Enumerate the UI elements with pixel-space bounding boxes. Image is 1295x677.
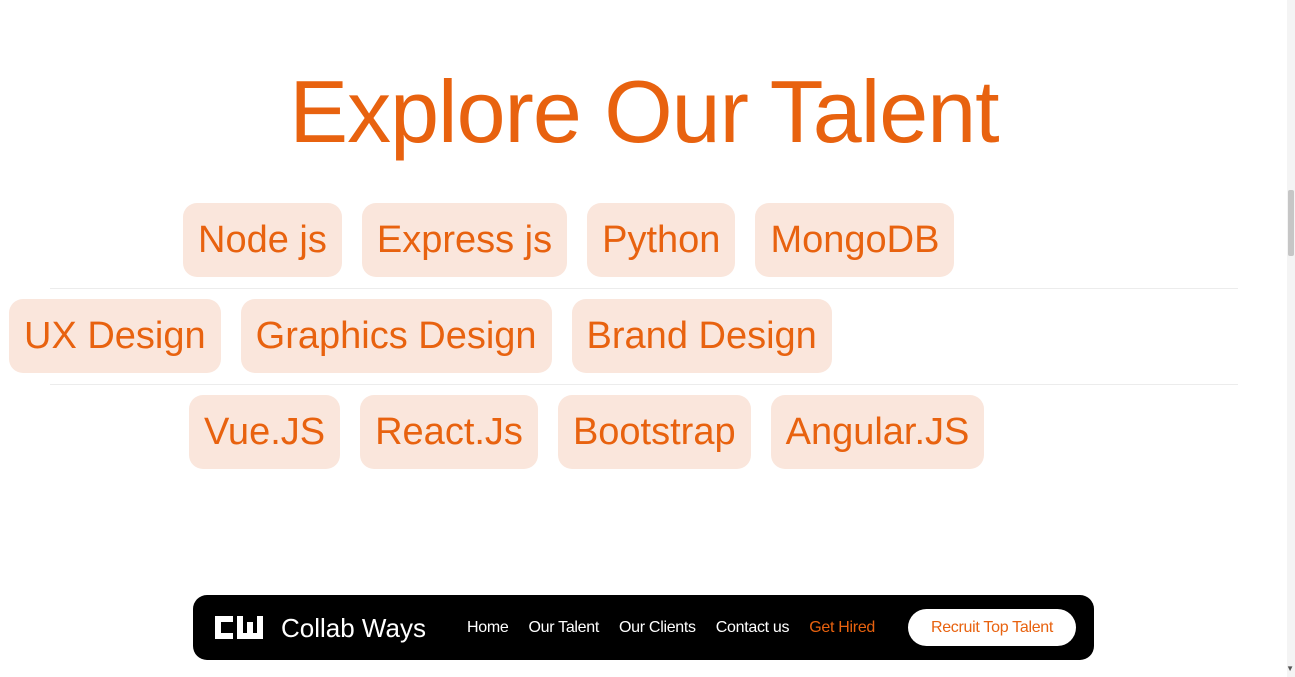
scroll-down-arrow-icon[interactable]: ▼ [1286,665,1294,673]
scrollbar-thumb[interactable] [1288,190,1294,256]
brand-name[interactable]: Collab Ways [281,611,426,645]
page: Explore Our Talent Node js Express js Py… [0,0,1295,677]
skill-chip[interactable]: Express js [361,203,568,277]
skill-chip[interactable]: MongoDB [755,203,955,277]
nav-links: Home Our Talent Our Clients Contact us G… [467,617,895,639]
nav-get-hired[interactable]: Get Hired [809,617,875,639]
nav-contact-us[interactable]: Contact us [716,617,790,639]
vertical-scrollbar[interactable]: ▼ [1286,0,1295,677]
navbar: Collab Ways Home Our Talent Our Clients … [193,595,1094,660]
skill-chip[interactable]: UX Design [9,299,221,373]
nav-our-talent[interactable]: Our Talent [528,617,599,639]
skill-chip[interactable]: React.Js [360,395,538,469]
skill-chip[interactable]: Brand Design [571,299,832,373]
skill-chip[interactable]: Angular.JS [770,395,985,469]
page-title: Explore Our Talent [289,62,999,161]
skill-chip[interactable]: Graphics Design [240,299,552,373]
skill-row-3: Vue.JS React.Js Bootstrap Angular.JS [189,395,985,469]
recruit-top-talent-button[interactable]: Recruit Top Talent [908,609,1076,646]
skill-row-1: Node js Express js Python MongoDB [183,203,955,277]
cw-logo-icon[interactable] [211,614,263,641]
divider [50,384,1238,385]
nav-our-clients[interactable]: Our Clients [619,617,696,639]
skill-chip[interactable]: Node js [183,203,342,277]
skill-row-2: UX Design Graphics Design Brand Design [9,299,832,373]
skill-chip[interactable]: Vue.JS [189,395,341,469]
divider [50,288,1238,289]
skill-chip[interactable]: Python [587,203,736,277]
nav-home[interactable]: Home [467,617,509,639]
skill-chip[interactable]: Bootstrap [557,395,751,469]
